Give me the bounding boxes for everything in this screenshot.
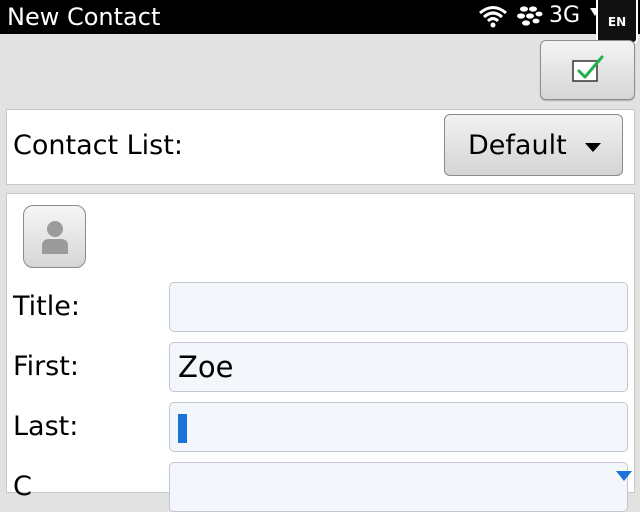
company-label: C: [13, 471, 32, 502]
triangle-down-icon: [585, 143, 601, 152]
title-label: Title:: [13, 291, 80, 322]
contact-list-row: Contact List: Default: [6, 109, 635, 185]
status-bar: New Contact 3G EN: [0, 0, 640, 44]
app-title: New Contact: [7, 3, 161, 31]
language-badge[interactable]: EN: [596, 0, 638, 44]
contact-form: Title: First: Zoe Last: C: [6, 193, 635, 512]
text-cursor: [178, 414, 187, 443]
contact-list-selected: Default: [468, 130, 567, 161]
first-name-field[interactable]: Zoe: [169, 342, 628, 392]
first-name-label: First:: [13, 351, 79, 382]
company-field[interactable]: [169, 462, 628, 512]
contact-list-dropdown[interactable]: Default: [444, 114, 623, 176]
wifi-icon: [479, 6, 507, 28]
person-icon: [42, 221, 68, 254]
save-button[interactable]: [540, 40, 635, 100]
title-field[interactable]: [169, 282, 628, 332]
last-name-label: Last:: [13, 411, 79, 442]
contact-list-label: Contact List:: [13, 130, 183, 161]
add-picture-button[interactable]: [23, 205, 86, 268]
checkbox-check-icon: [572, 55, 604, 82]
network-indicator: 3G: [549, 3, 581, 28]
bbm-icon: [517, 6, 543, 26]
last-name-field[interactable]: [169, 402, 628, 452]
